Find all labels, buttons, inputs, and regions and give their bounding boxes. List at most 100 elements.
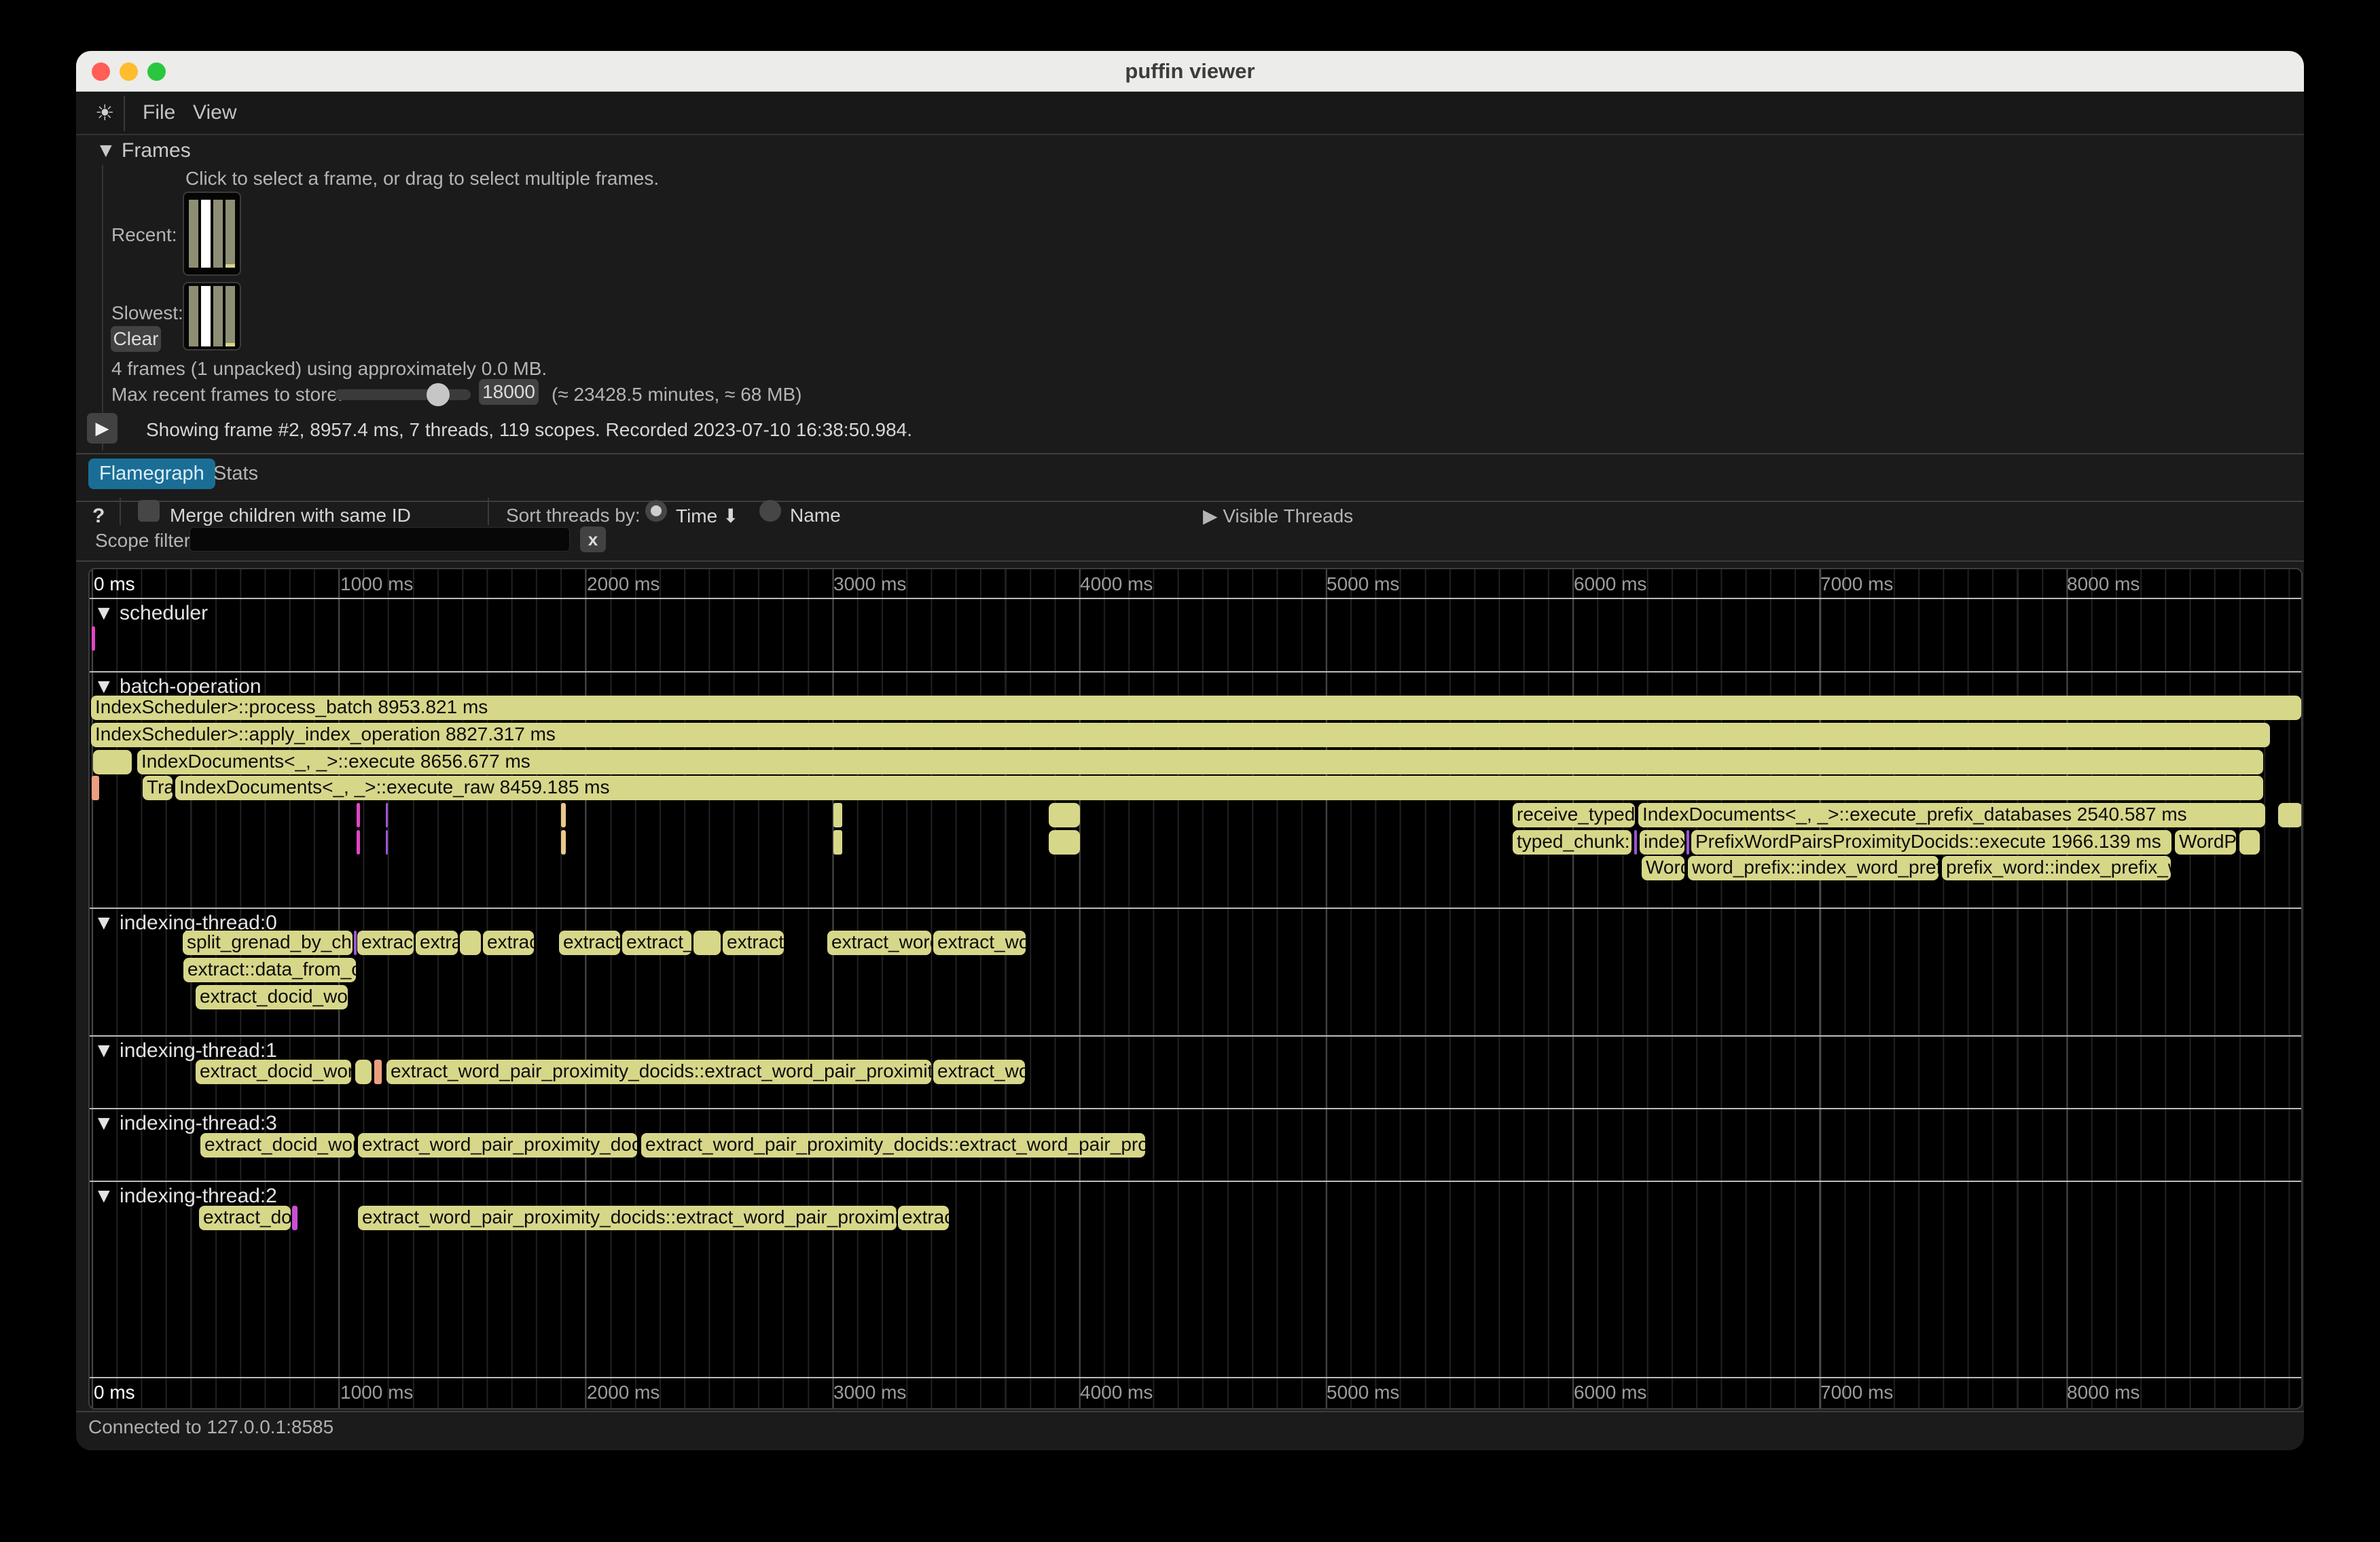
flamegraph-canvas[interactable]: 0 ms0 ms1000 ms1000 ms2000 ms2000 ms3000… [88,568,2303,1410]
flamegraph-scope-bar[interactable]: IndexDocuments<_, _>::execute_raw 8459.1… [175,776,2263,800]
flamegraph-scope-bar[interactable] [2278,803,2303,827]
flamegraph-scope-bar[interactable]: word_prefix::index_word_prefix_ [1688,856,1939,880]
flamegraph-scope-bar[interactable]: extract [723,931,784,955]
frame-info-text: Showing frame #2, 8957.4 ms, 7 threads, … [146,419,912,441]
flamegraph-scope-bar[interactable]: extract_word_pair_proximity_docids::extr… [386,1060,931,1084]
flamegraph-tick[interactable] [357,803,360,827]
flamegraph-scope-bar[interactable]: extrac [898,1206,949,1230]
flamegraph-scope-bar[interactable]: extract_word [827,931,931,955]
flamegraph-scope-bar[interactable]: extract_doc [199,1206,291,1230]
flamegraph-scope-bar[interactable]: extra [416,931,458,955]
flamegraph-scope-bar[interactable]: WordPr [2175,830,2236,855]
flamegraph-tick[interactable] [1634,830,1637,855]
flamegraph-scope-bar[interactable]: extract_ [559,931,620,955]
frame-bar[interactable] [213,200,223,268]
flamegraph-tick[interactable] [386,830,388,855]
flamegraph-scope-bar[interactable]: extract_docid_word [196,1060,351,1084]
flamegraph-tick[interactable] [292,1206,298,1230]
flamegraph-scope-bar[interactable]: extract_docid_word [200,1133,355,1158]
flamegraph-scope-bar[interactable]: extract_docid_word [196,985,348,1009]
flamegraph-scope-bar[interactable]: typed_chunk::w [1513,830,1631,855]
flamegraph-scope-bar[interactable]: split_grenad_by_chun [183,931,353,955]
axis-tick-top: 1000 ms [340,573,413,595]
max-frames-slider[interactable] [335,389,471,400]
flamegraph-scope-bar[interactable]: IndexScheduler>::apply_index_operation 8… [91,723,2270,747]
frame-bar[interactable] [201,286,211,346]
flamegraph-scope-bar[interactable]: extract_word_pair_proximity_docids::extr… [641,1133,1145,1158]
flamegraph-scope-bar[interactable]: IndexDocuments<_, _>::execute 8656.677 m… [137,750,2263,774]
scope-filter-label: Scope filter: [95,530,196,552]
merge-children-checkbox[interactable] [138,500,160,522]
flamegraph-tick[interactable] [561,830,566,855]
frames-collapse-header[interactable]: ▼ Frames [96,139,191,162]
play-button[interactable]: ▶ [87,413,118,444]
flamegraph-tick[interactable] [561,803,566,827]
frame-bar[interactable] [226,200,235,268]
flamegraph-scope-bar[interactable] [93,750,132,774]
flamegraph-scope-bar[interactable] [1049,803,1080,827]
recent-frames-thumbnail[interactable] [183,192,241,276]
flamegraph-tick[interactable] [354,931,357,955]
flamegraph-tick[interactable] [357,830,360,855]
sort-threads-label: Sort threads by: [506,505,641,526]
flamegraph-scope-bar[interactable]: IndexScheduler>::process_batch 8953.821 … [91,696,2301,720]
flamegraph-scope-bar[interactable] [1049,830,1080,855]
frame-bar[interactable] [189,200,198,268]
flamegraph-scope-bar[interactable]: extract_wo [933,1060,1025,1084]
axis-tick-top: 2000 ms [587,573,660,595]
flamegraph-scope-bar[interactable] [355,1060,372,1084]
visible-threads-header[interactable]: ▶ Visible Threads [1203,505,1353,527]
menu-view[interactable]: View [193,101,236,124]
divider [76,501,2304,502]
thread-header-indexing-thread:2[interactable]: ▼ indexing-thread:2 [94,1185,277,1208]
flamegraph-scope-bar[interactable]: Trans [143,776,173,800]
frame-bar[interactable] [213,286,223,346]
flamegraph-scope-bar[interactable]: receive_typed_ [1513,803,1635,827]
flamegraph-scope-bar[interactable]: IndexDocuments<_, _>::execute_prefix_dat… [1638,803,2265,827]
theme-sun-icon[interactable]: ☀ [95,100,115,126]
flamegraph-tick[interactable] [374,1060,382,1084]
max-frames-value[interactable]: 18000 [479,379,539,405]
sort-name-radio[interactable] [759,500,781,522]
flamegraph-tick[interactable] [833,830,842,855]
flamegraph-scope-bar[interactable] [693,931,721,955]
thread-header-indexing-thread:3[interactable]: ▼ indexing-thread:3 [94,1112,277,1135]
slider-knob[interactable] [427,383,450,406]
axis-tick-bottom: 2000 ms [587,1382,660,1403]
flamegraph-scope-bar[interactable] [460,931,481,955]
frame-bar[interactable] [226,286,235,346]
tab-stats[interactable]: Stats [202,459,269,489]
menu-file[interactable]: File [143,101,175,124]
flamegraph-scope-bar[interactable]: extrac [483,931,534,955]
flamegraph-scope-bar[interactable]: index [1640,830,1684,855]
thread-header-indexing-thread:1[interactable]: ▼ indexing-thread:1 [94,1039,277,1062]
flamegraph-scope-bar[interactable]: extract_wo [933,931,1026,955]
scope-filter-input[interactable] [190,527,570,552]
thread-header-batch-operation[interactable]: ▼ batch-operation [94,675,262,698]
slowest-frames-thumbnail[interactable] [183,282,241,351]
flamegraph-tick[interactable] [92,626,95,651]
flamegraph-tick[interactable] [833,803,842,827]
flamegraph-scope-bar[interactable]: extract [357,931,414,955]
clear-button[interactable]: Clear [111,326,161,352]
sort-time-radio[interactable] [645,500,667,522]
flamegraph-tick[interactable] [386,803,388,827]
flamegraph-tick[interactable] [1687,830,1689,855]
flamegraph-scope-bar[interactable]: extract_word_pair_proximity_docids::extr… [358,1206,897,1230]
flamegraph-tick[interactable] [92,776,99,800]
indent-guide [102,165,103,450]
axis-tick-top: 5000 ms [1327,573,1399,595]
thread-header-scheduler[interactable]: ▼ scheduler [94,602,208,625]
flamegraph-scope-bar[interactable]: extract_word_pair_proximity_docids [358,1133,637,1158]
frame-bar[interactable] [201,200,211,268]
flamegraph-scope-bar[interactable] [2239,830,2260,855]
flamegraph-scope-bar[interactable]: prefix_word::index_prefix_wo [1942,856,2171,880]
flamegraph-scope-bar[interactable]: extract_t [622,931,691,955]
tab-flamegraph[interactable]: Flamegraph [88,459,215,489]
flamegraph-scope-bar[interactable]: PrefixWordPairsProximityDocids::execute … [1691,830,2171,855]
frame-bar[interactable] [189,286,198,346]
flamegraph-scope-bar[interactable]: extract::data_from_ob [183,958,356,982]
help-button[interactable]: ? [92,505,105,528]
clear-filter-button[interactable]: x [580,526,606,552]
flamegraph-scope-bar[interactable]: Word [1642,856,1684,880]
